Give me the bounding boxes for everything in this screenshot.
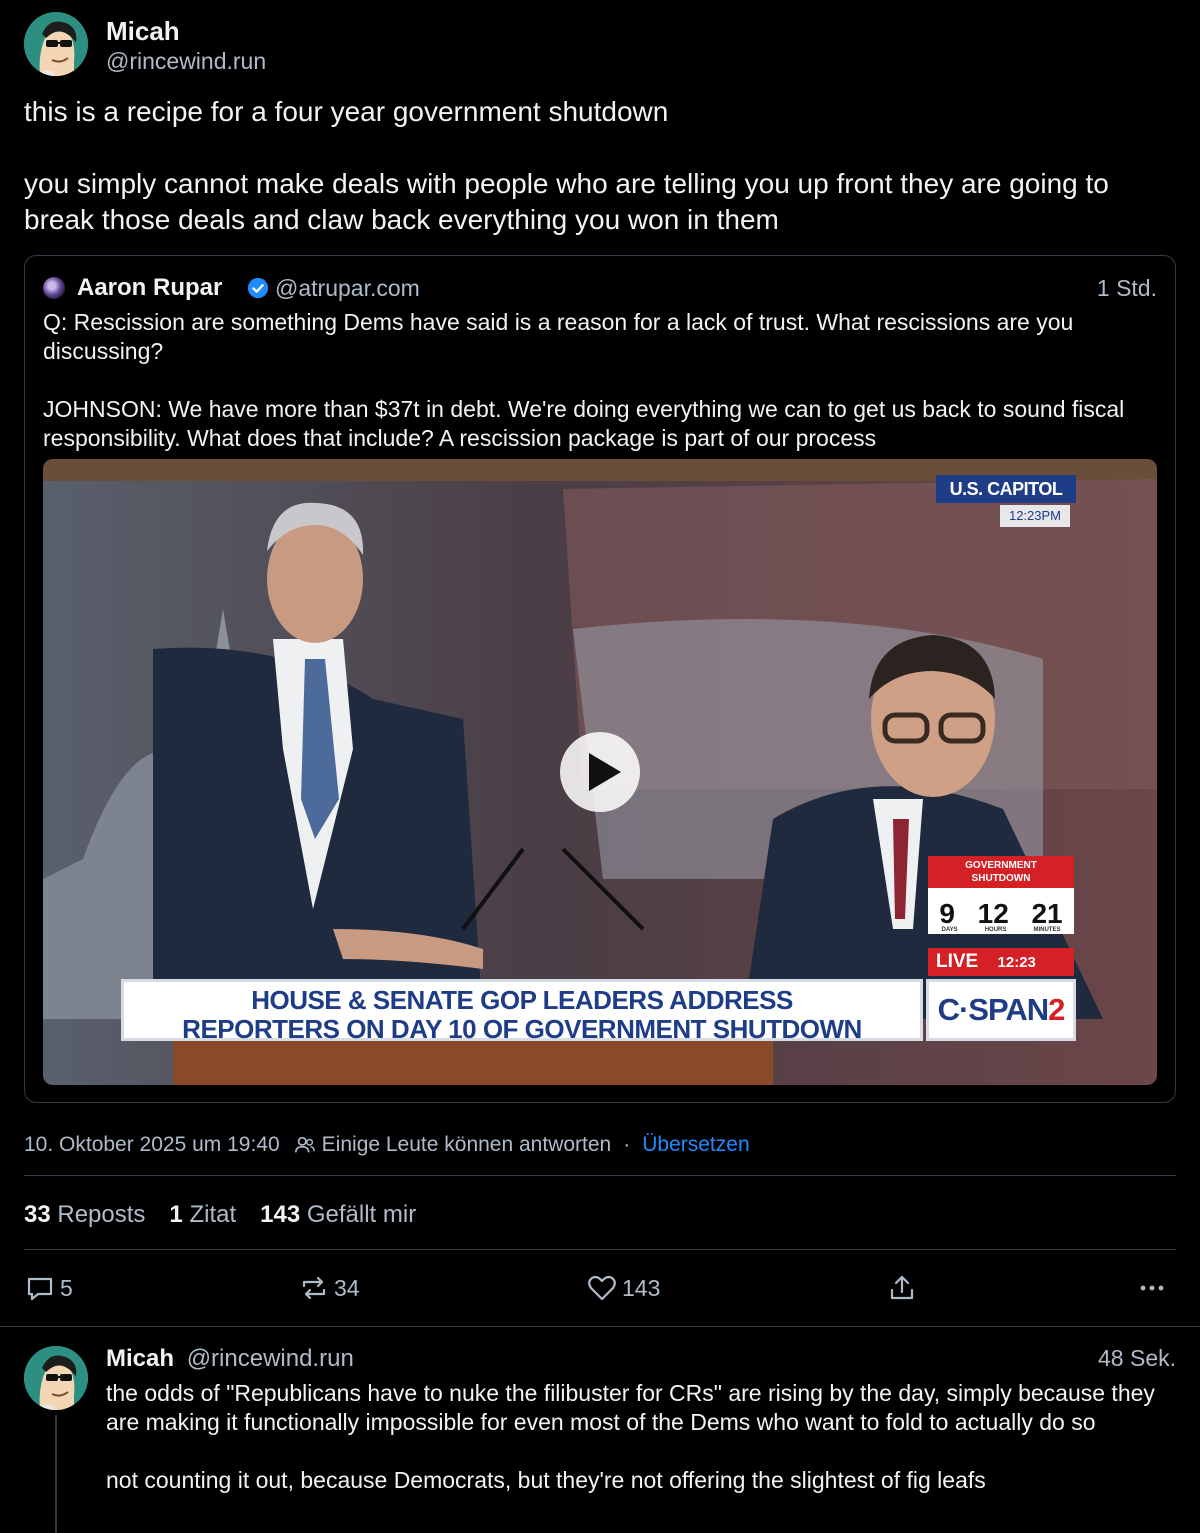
avatar[interactable] — [24, 12, 88, 76]
shutdown-label-line: GOVERNMENT — [965, 860, 1037, 871]
more-options-button[interactable] — [1136, 1268, 1172, 1308]
avatar — [43, 277, 65, 299]
shutdown-minutes: 21 — [1031, 898, 1063, 929]
shutdown-hours: 12 — [977, 898, 1009, 929]
heart-icon — [588, 1275, 616, 1301]
live-label: LIVE — [936, 951, 979, 972]
post-paragraph: this is a recipe for a four year governm… — [24, 96, 669, 127]
quoted-post-time: 1 Std. — [1096, 275, 1157, 301]
location-badge-title: U.S. CAPITOL — [936, 475, 1076, 503]
network-logo: C·SPAN2 — [926, 979, 1076, 1041]
location-badge: U.S. CAPITOL 12:23PM — [936, 475, 1076, 531]
divider — [24, 1175, 1176, 1176]
quoted-post[interactable]: Aaron Rupar @atrupar.com 1 Std. Q: Resci… — [24, 255, 1176, 1103]
avatar[interactable] — [24, 1346, 88, 1410]
translate-link[interactable]: Übersetzen — [642, 1133, 749, 1157]
shutdown-days: 9 — [939, 898, 955, 929]
unit-minutes: MINUTES — [1033, 927, 1061, 933]
author-handle[interactable]: @rincewind.run — [106, 48, 266, 75]
quoted-author-handle: @atrupar.com — [275, 275, 420, 301]
live-indicator: LIVE 12:23 — [928, 948, 1074, 976]
repost-count: 34 — [334, 1274, 360, 1301]
likes-count: 143 — [260, 1201, 301, 1228]
reply-button[interactable]: 5 — [24, 1268, 73, 1308]
shutdown-counter: GOVERNMENT SHUTDOWN 9 12 21 DAYS HOURS M… — [928, 856, 1074, 934]
more-icon — [1140, 1285, 1164, 1291]
reposts-stat[interactable]: 33 Reposts — [24, 1201, 145, 1229]
cartoon-avatar-icon — [24, 12, 88, 76]
reply-author-handle[interactable]: @rincewind.run — [187, 1345, 354, 1372]
lower-third-text: HOUSE & SENATE GOP LEADERS ADDRESS REPOR… — [124, 986, 920, 1044]
quoted-author-name: Aaron Rupar — [77, 274, 223, 301]
repost-button[interactable]: 34 — [298, 1268, 360, 1308]
cartoon-avatar-icon — [24, 1346, 88, 1410]
network-number: 2 — [1048, 992, 1065, 1027]
author-name[interactable]: Micah — [106, 16, 180, 47]
quotes-stat[interactable]: 1 Zitat — [169, 1201, 236, 1229]
likes-stat[interactable]: 143 Gefällt mir — [260, 1201, 416, 1229]
post-meta: 10. Oktober 2025 um 19:40 Einige Leute k… — [24, 1130, 1176, 1160]
reposts-count: 33 — [24, 1201, 51, 1228]
like-button[interactable]: 143 — [586, 1268, 660, 1308]
separator: · — [623, 1133, 631, 1156]
quotes-count: 1 — [169, 1201, 183, 1228]
shutdown-label: GOVERNMENT SHUTDOWN — [928, 856, 1074, 888]
location-badge-time: 12:23PM — [1000, 505, 1070, 527]
quotes-label: Zitat — [189, 1201, 237, 1228]
repost-icon — [302, 1276, 326, 1300]
thread-line — [55, 1415, 57, 1533]
reposts-label: Reposts — [57, 1201, 146, 1228]
post-actions: 5 34 143 — [24, 1268, 1176, 1308]
post-date: 10. Oktober 2025 um 19:40 — [24, 1133, 280, 1156]
reply-author-name[interactable]: Micah — [106, 1345, 174, 1372]
shutdown-label-line: SHUTDOWN — [971, 873, 1031, 884]
share-button[interactable] — [886, 1268, 922, 1308]
divider — [24, 1249, 1176, 1250]
verified-badge-icon — [247, 277, 269, 299]
share-icon — [890, 1275, 914, 1300]
reply-count: 5 — [60, 1274, 73, 1301]
quoted-paragraph: JOHNSON: We have more than $37t in debt.… — [43, 396, 1125, 451]
post-author[interactable]: Micah @rincewind.run — [24, 12, 1176, 76]
people-icon — [294, 1136, 315, 1153]
reply-post[interactable]: Micah @rincewind.run 48 Sek. the odds of… — [24, 1343, 1176, 1533]
lower-third-banner: HOUSE & SENATE GOP LEADERS ADDRESS REPOR… — [121, 979, 923, 1044]
engagement-stats: 33 Reposts 1 Zitat 143 Gefällt mir — [24, 1198, 440, 1232]
reply-paragraph: not counting it out, because Democrats, … — [106, 1467, 986, 1493]
reply-icon — [27, 1277, 53, 1301]
reply-time: 48 Sek. — [1098, 1345, 1176, 1371]
like-count: 143 — [622, 1274, 661, 1301]
network-name: C·SPAN — [937, 992, 1050, 1027]
reply-paragraph: the odds of "Republicans have to nuke th… — [106, 1380, 1155, 1435]
quoted-post-text: Q: Rescission are something Dems have sa… — [43, 308, 1159, 453]
post-paragraph: you simply cannot make deals with people… — [24, 168, 1109, 235]
lower-third-line: REPORTERS ON DAY 10 OF GOVERNMENT SHUTDO… — [182, 1014, 862, 1044]
shutdown-count: 9 12 21 DAYS HOURS MINUTES — [928, 888, 1074, 934]
post-text: this is a recipe for a four year governm… — [24, 94, 1164, 238]
quoted-paragraph: Q: Rescission are something Dems have sa… — [43, 309, 1074, 364]
video-player[interactable]: U.S. CAPITOL 12:23PM GOVERNMENT SHUTDOWN… — [43, 459, 1157, 1085]
reply-setting[interactable]: Einige Leute können antworten — [322, 1133, 612, 1157]
quoted-post-header: Aaron Rupar @atrupar.com 1 Std. — [43, 274, 1157, 304]
unit-hours: HOURS — [984, 927, 1007, 933]
reply-header: Micah @rincewind.run 48 Sek. — [106, 1345, 1176, 1375]
likes-label: Gefällt mir — [306, 1201, 417, 1228]
shutdown-units: DAYS HOURS MINUTES — [928, 927, 1074, 933]
reply-text: the odds of "Republicans have to nuke th… — [106, 1379, 1172, 1495]
live-time: 12:23 — [997, 954, 1036, 971]
unit-days: DAYS — [941, 927, 958, 933]
divider — [0, 1326, 1200, 1327]
lower-third-line: HOUSE & SENATE GOP LEADERS ADDRESS — [251, 985, 793, 1015]
play-icon[interactable] — [560, 732, 640, 812]
